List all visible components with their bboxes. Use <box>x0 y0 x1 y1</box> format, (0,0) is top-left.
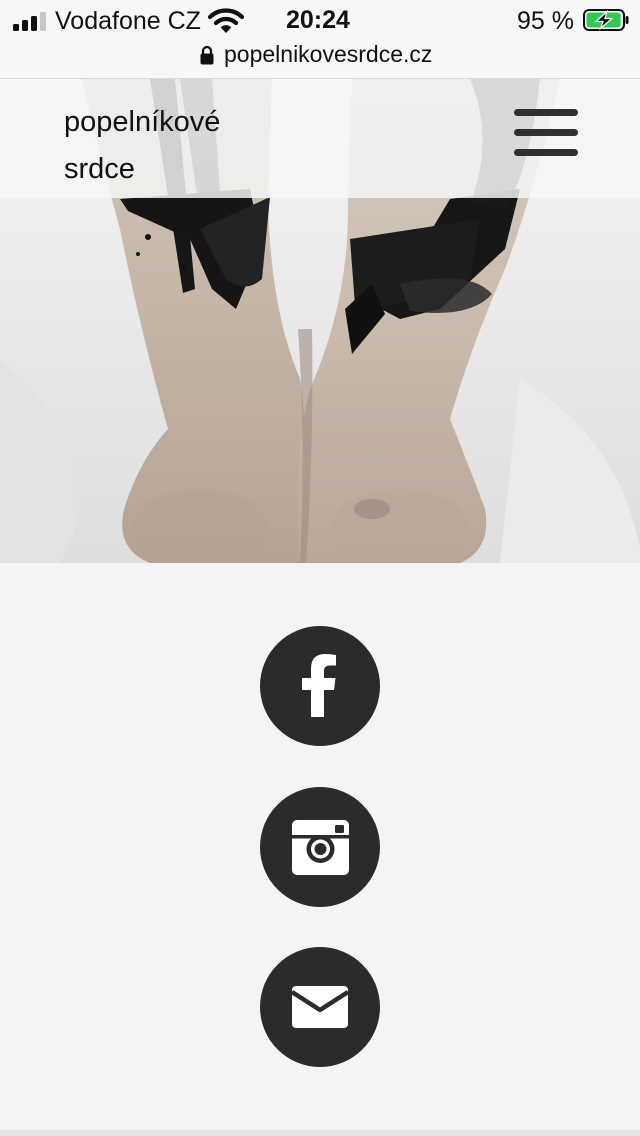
instagram-icon <box>292 820 349 875</box>
site-header: popelníkové srdce <box>0 79 640 198</box>
facebook-icon <box>302 654 336 717</box>
menu-icon-bar <box>514 149 578 156</box>
wifi-icon <box>208 8 244 33</box>
url-text[interactable]: popelnikovesrdce.cz <box>224 40 432 68</box>
footer-divider <box>0 1130 640 1136</box>
menu-icon-bar <box>514 109 578 116</box>
battery-charging-icon <box>583 9 629 31</box>
hamburger-menu-button[interactable] <box>512 107 578 163</box>
cellular-signal-icon <box>13 11 47 31</box>
site-logo[interactable]: popelníkové srdce <box>64 99 264 193</box>
email-link[interactable] <box>260 947 380 1067</box>
lock-icon <box>200 45 214 65</box>
battery-percentage: 95 % <box>517 7 574 35</box>
carrier-name: Vodafone CZ <box>55 7 201 35</box>
status-bar: Vodafone CZ 20:24 95 % <box>0 0 640 42</box>
clock: 20:24 <box>286 6 350 34</box>
mail-icon <box>290 986 350 1028</box>
instagram-link[interactable] <box>260 787 380 907</box>
facebook-link[interactable] <box>260 626 380 746</box>
browser-address-bar[interactable]: popelnikovesrdce.cz <box>0 40 640 79</box>
menu-icon-bar <box>514 129 578 136</box>
